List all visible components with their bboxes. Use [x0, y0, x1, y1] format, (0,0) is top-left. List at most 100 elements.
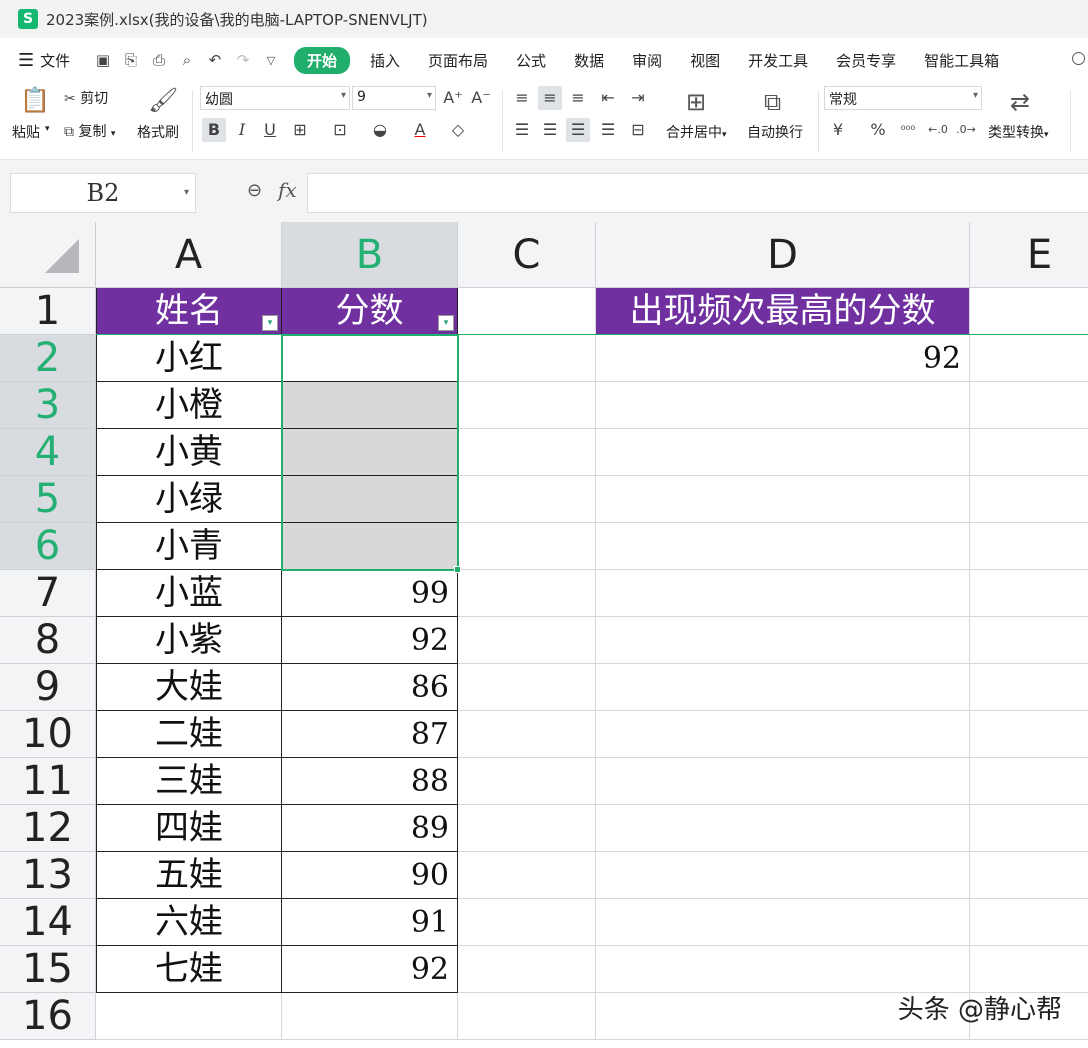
fill-handle[interactable] [454, 566, 461, 573]
cell-e4[interactable] [970, 429, 1088, 476]
column-header-d[interactable]: D [596, 222, 970, 288]
cell-d8[interactable] [596, 617, 970, 664]
row-header-3[interactable]: 3 [0, 382, 96, 429]
cell-c11[interactable] [458, 758, 596, 805]
tab-3[interactable]: 公式 [508, 48, 554, 73]
row-header-12[interactable]: 12 [0, 805, 96, 852]
format-painter-button[interactable]: 格式刷 [137, 122, 179, 142]
undo-icon[interactable]: ↶ [204, 49, 226, 71]
cell-c9[interactable] [458, 664, 596, 711]
cell-e9[interactable] [970, 664, 1088, 711]
column-header-e[interactable]: E [970, 222, 1088, 288]
formula-input[interactable] [307, 173, 1088, 213]
zoom-formula-icon[interactable]: ⊖ [247, 180, 262, 201]
indent-icon[interactable]: ⇥ [626, 86, 650, 110]
tab-5[interactable]: 审阅 [624, 48, 670, 73]
cell-e5[interactable] [970, 476, 1088, 523]
cell-score[interactable] [282, 429, 458, 476]
cell-d2[interactable]: 92 [596, 335, 970, 382]
cell-name[interactable]: 小黄 [96, 429, 282, 476]
select-all-corner[interactable] [0, 222, 96, 288]
row-header-11[interactable]: 11 [0, 758, 96, 805]
clear-format-icon[interactable]: ◇ [446, 118, 470, 142]
cell-name[interactable]: 小绿 [96, 476, 282, 523]
row-header-7[interactable]: 7 [0, 570, 96, 617]
cell-name[interactable]: 大娃 [96, 664, 282, 711]
align-right-icon[interactable]: ☰ [566, 118, 590, 142]
print-preview-icon[interactable]: ⌕ [176, 49, 198, 71]
row-header-4[interactable]: 4 [0, 429, 96, 476]
cell-d1[interactable]: 出现频次最高的分数 [596, 288, 970, 335]
cell-e11[interactable] [970, 758, 1088, 805]
wrap-text-icon[interactable]: ⧉ [764, 88, 781, 116]
cell-name[interactable]: 小青 [96, 523, 282, 570]
cell-d9[interactable] [596, 664, 970, 711]
align-bottom-icon[interactable]: ≡ [566, 86, 590, 110]
cell-c14[interactable] [458, 899, 596, 946]
tab-9[interactable]: 智能工具箱 [916, 48, 1007, 73]
cell-d10[interactable] [596, 711, 970, 758]
cell-d6[interactable] [596, 523, 970, 570]
cell-d14[interactable] [596, 899, 970, 946]
redo-icon[interactable]: ↷ [232, 49, 254, 71]
paste-icon[interactable]: 📋 [20, 86, 50, 114]
cell-score[interactable]: 92 [282, 617, 458, 664]
row-header-16[interactable]: 16 [0, 993, 96, 1040]
cell-score[interactable]: 90 [282, 852, 458, 899]
merge-center-button[interactable]: 合并居中▾ [666, 122, 727, 142]
row-header-14[interactable]: 14 [0, 899, 96, 946]
cell-c6[interactable] [458, 523, 596, 570]
cell-c12[interactable] [458, 805, 596, 852]
tab-7[interactable]: 开发工具 [740, 48, 816, 73]
cell-a1[interactable]: 姓名 ▾ [96, 288, 282, 335]
cell-name[interactable]: 四娃 [96, 805, 282, 852]
cell-name[interactable]: 小橙 [96, 382, 282, 429]
increase-decimal-icon[interactable]: ←.0 [926, 118, 950, 142]
cell-score[interactable] [282, 335, 458, 382]
justify-icon[interactable]: ☰ [596, 118, 620, 142]
row-header-13[interactable]: 13 [0, 852, 96, 899]
cell-score[interactable]: 91 [282, 899, 458, 946]
align-middle-icon[interactable]: ≡ [538, 86, 562, 110]
row-header-8[interactable]: 8 [0, 617, 96, 664]
cell-score[interactable] [282, 476, 458, 523]
row-header-10[interactable]: 10 [0, 711, 96, 758]
cell-c8[interactable] [458, 617, 596, 664]
cell-e14[interactable] [970, 899, 1088, 946]
tab-8[interactable]: 会员专享 [828, 48, 904, 73]
number-format-select[interactable]: 常规 ▾ [824, 86, 982, 110]
copy-button[interactable]: ⧉ 复制 ▾ [64, 121, 115, 141]
cell-e12[interactable] [970, 805, 1088, 852]
file-menu[interactable]: ☰ 文件 [0, 50, 90, 71]
align-left-icon[interactable]: ☰ [510, 118, 534, 142]
cell-d12[interactable] [596, 805, 970, 852]
cell-d3[interactable] [596, 382, 970, 429]
cell-e2[interactable] [970, 335, 1088, 382]
column-header-a[interactable]: A [96, 222, 282, 288]
format-painter-icon[interactable]: 🖌 [148, 86, 178, 114]
save-icon[interactable]: ▣ [92, 49, 114, 71]
cell-score[interactable] [282, 382, 458, 429]
tab-1[interactable]: 插入 [362, 48, 408, 73]
cell-name[interactable]: 七娃 [96, 946, 282, 993]
cell-name[interactable]: 小蓝 [96, 570, 282, 617]
tab-0[interactable]: 开始 [294, 46, 351, 74]
bold-button[interactable]: B [202, 118, 226, 142]
cell-c15[interactable] [458, 946, 596, 993]
cell-score[interactable]: 87 [282, 711, 458, 758]
align-top-icon[interactable]: ≡ [510, 86, 534, 110]
font-color-icon[interactable]: A [408, 118, 432, 142]
cell-name[interactable]: 六娃 [96, 899, 282, 946]
row-header-9[interactable]: 9 [0, 664, 96, 711]
chevron-down-icon[interactable]: ▽ [260, 49, 282, 71]
outdent-icon[interactable]: ⇤ [596, 86, 620, 110]
decrease-font-icon[interactable]: A⁻ [469, 86, 493, 110]
cell-name[interactable]: 五娃 [96, 852, 282, 899]
align-center-icon[interactable]: ☰ [538, 118, 562, 142]
underline-button[interactable]: U [258, 118, 282, 142]
borders-icon[interactable]: ⊞ [288, 118, 312, 142]
cell-score[interactable]: 92 [282, 946, 458, 993]
cell-name[interactable]: 小红 [96, 335, 282, 382]
name-box[interactable]: B2 ▾ [10, 173, 196, 213]
cell-c2[interactable] [458, 335, 596, 382]
